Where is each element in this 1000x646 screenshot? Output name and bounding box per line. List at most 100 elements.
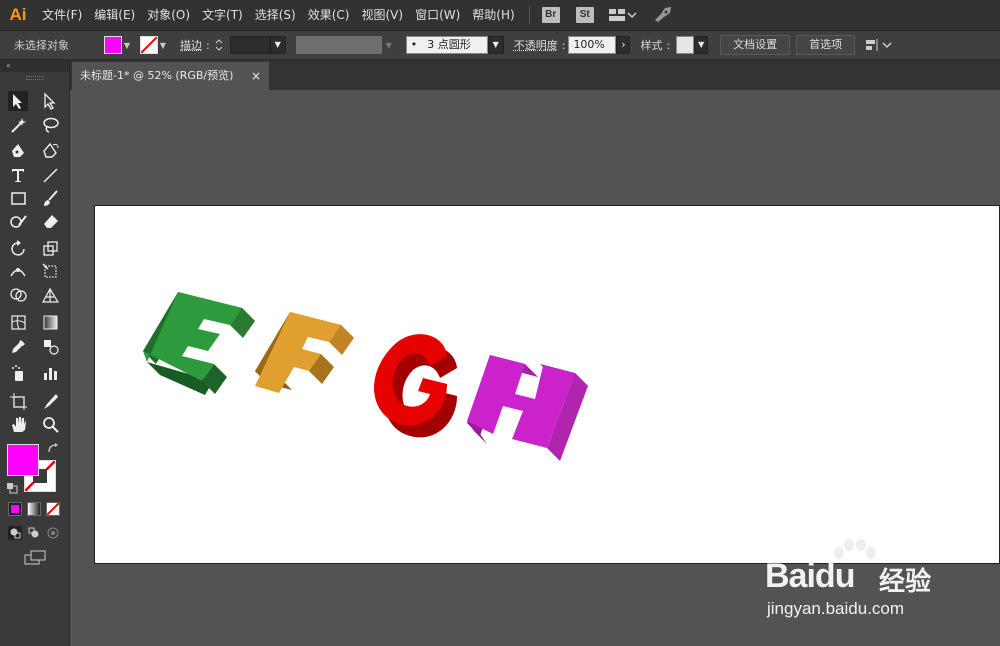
no-stroke-icon — [141, 37, 157, 53]
document-tab-title: 未标题-1* @ 52% (RGB/预览) — [80, 69, 234, 82]
swap-fill-stroke-button[interactable] — [46, 442, 60, 456]
lasso-icon — [43, 117, 59, 133]
document-tab-bar: 未标题-1* @ 52% (RGB/预览) × — [70, 60, 1000, 90]
draw-inside-button[interactable] — [46, 526, 60, 540]
stepper-arrows-icon — [215, 39, 223, 51]
panel-grip[interactable] — [26, 76, 44, 80]
letter-h-3d[interactable] — [467, 355, 588, 461]
menu-type[interactable]: 文字(T) — [196, 0, 249, 30]
style-label: 样式 — [640, 39, 663, 52]
stroke-dropdown[interactable]: ▼ — [158, 41, 168, 50]
stroke-weight-stepper[interactable] — [214, 35, 226, 55]
brush-dot-icon: • — [410, 38, 418, 51]
align-icon — [866, 39, 878, 51]
fill-swatch[interactable] — [104, 36, 122, 54]
color-mode-button[interactable] — [8, 502, 22, 516]
selection-tool[interactable] — [8, 91, 28, 111]
free-transform-tool[interactable] — [40, 261, 60, 281]
menu-object[interactable]: 对象(O) — [141, 0, 196, 30]
default-fill-stroke-button[interactable] — [6, 482, 18, 494]
brush-dropdown[interactable]: ▼ — [487, 36, 504, 54]
draw-normal-button[interactable] — [8, 526, 22, 540]
tools-panel-collapse[interactable]: « — [0, 60, 69, 72]
eraser-tool[interactable] — [40, 211, 60, 231]
menu-edit[interactable]: 编辑(E) — [88, 0, 141, 30]
draw-behind-button[interactable] — [27, 526, 41, 540]
style-colon: : — [666, 38, 671, 52]
none-slash-icon — [47, 503, 59, 515]
gradient-mode-button[interactable] — [27, 502, 41, 516]
menu-file[interactable]: 文件(F) — [36, 0, 88, 30]
stroke-weight-field[interactable] — [229, 36, 270, 54]
shaper-icon — [10, 215, 27, 228]
graphic-style-swatch[interactable] — [676, 36, 695, 54]
close-icon[interactable]: × — [251, 62, 261, 90]
pen-tool[interactable] — [8, 141, 28, 161]
artboard[interactable] — [94, 205, 1000, 564]
stroke-weight-dropdown[interactable]: ▼ — [269, 36, 286, 54]
fill-color-box[interactable] — [7, 444, 39, 476]
hand-tool[interactable] — [8, 414, 28, 434]
width-tool[interactable] — [8, 261, 28, 281]
menu-effect[interactable]: 效果(C) — [302, 0, 356, 30]
eyedropper-tool[interactable] — [8, 336, 28, 356]
document-tab[interactable]: 未标题-1* @ 52% (RGB/预览) × — [72, 62, 269, 90]
workspace-switcher[interactable] — [608, 8, 638, 22]
direct-selection-tool[interactable] — [40, 91, 60, 111]
paintbrush-tool[interactable] — [40, 188, 60, 208]
mesh-tool[interactable] — [8, 312, 28, 332]
preferences-button[interactable]: 首选项 — [796, 35, 856, 55]
magic-wand-tool[interactable] — [8, 115, 28, 135]
scale-tool[interactable] — [40, 238, 60, 258]
gpu-performance-button[interactable] — [652, 5, 674, 26]
document-setup-button[interactable]: 文档设置 — [720, 35, 791, 55]
letter-g-3d[interactable] — [374, 334, 457, 438]
arrange-documents-button[interactable] — [865, 38, 893, 52]
rotate-tool[interactable] — [8, 238, 28, 258]
curvature-tool[interactable] — [40, 141, 60, 161]
gradient-icon — [43, 315, 58, 330]
type-tool[interactable] — [8, 165, 28, 185]
shape-builder-tool[interactable] — [8, 285, 28, 305]
menu-select[interactable]: 选择(S) — [249, 0, 302, 30]
slice-tool[interactable] — [40, 391, 60, 411]
line-segment-icon — [43, 168, 58, 183]
watermark-brand-cn: 经验 — [879, 567, 932, 597]
letter-f-3d[interactable] — [255, 312, 354, 393]
chevron-down-icon — [627, 12, 637, 19]
magic-wand-icon — [11, 118, 26, 133]
opacity-arrow[interactable]: › — [616, 36, 631, 54]
bar-graph-icon — [44, 368, 57, 380]
perspective-grid-tool[interactable] — [40, 285, 60, 305]
none-mode-button[interactable] — [46, 502, 60, 516]
chevron-down-icon — [882, 42, 892, 49]
style-dropdown[interactable]: ▼ — [694, 36, 709, 54]
artwork-svg — [143, 292, 588, 461]
artboard-tool[interactable] — [8, 391, 28, 411]
variable-width-profile[interactable] — [295, 36, 382, 54]
opacity-label[interactable]: 不透明度 — [514, 37, 558, 53]
rectangle-tool[interactable] — [8, 188, 28, 208]
stock-button[interactable]: St — [575, 7, 594, 23]
opacity-field[interactable]: 100% — [568, 36, 617, 54]
screen-mode-button[interactable] — [24, 550, 46, 566]
stroke-label[interactable]: 描边 — [180, 37, 202, 53]
menu-help[interactable]: 帮助(H) — [466, 0, 520, 30]
zoom-tool[interactable] — [40, 414, 60, 434]
gradient-tool[interactable] — [40, 312, 60, 332]
symbol-sprayer-tool[interactable] — [8, 363, 28, 383]
blend-tool[interactable] — [40, 336, 60, 356]
column-graph-tool[interactable] — [40, 363, 60, 383]
lasso-tool[interactable] — [40, 115, 60, 135]
profile-dropdown[interactable]: ▼ — [382, 41, 396, 50]
letter-e-3d[interactable] — [143, 292, 255, 395]
menu-view[interactable]: 视图(V) — [355, 0, 409, 30]
hand-icon — [12, 417, 26, 432]
bridge-button[interactable]: Br — [541, 7, 560, 23]
brush-definition-field[interactable]: • 3 点圆形 — [405, 36, 488, 54]
line-segment-tool[interactable] — [40, 165, 60, 185]
menu-window[interactable]: 窗口(W) — [409, 0, 466, 30]
stroke-swatch[interactable] — [140, 36, 158, 54]
fill-dropdown[interactable]: ▼ — [122, 41, 132, 50]
shaper-tool[interactable] — [8, 211, 28, 231]
